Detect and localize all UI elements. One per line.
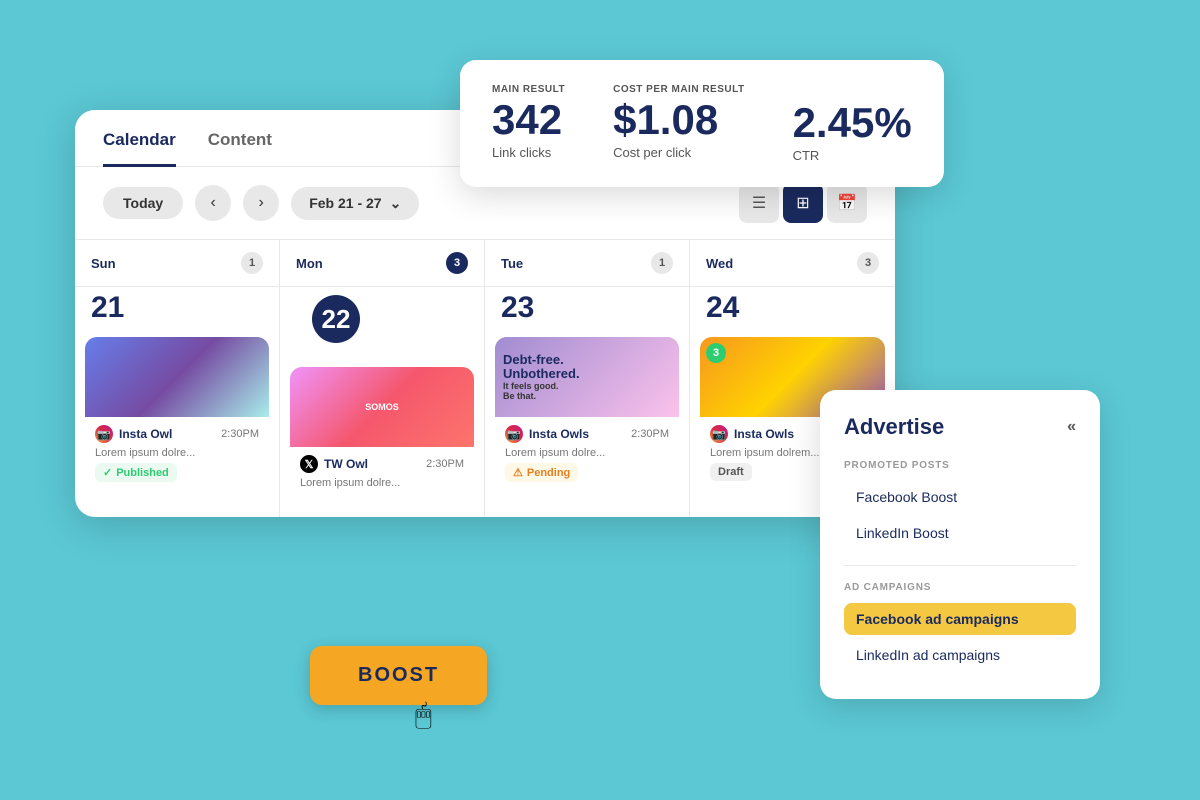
post-meta-tue: 📷 Insta Owls 2:30PM bbox=[505, 425, 669, 443]
status-badge-wed: Draft bbox=[710, 463, 752, 481]
cal-header-sun: Sun 1 bbox=[75, 240, 279, 287]
cal-col-sun: Sun 1 21 📷 Insta Owl 2:30PM Lorem ipsum … bbox=[75, 240, 280, 517]
cal-badge-wed: 3 bbox=[857, 252, 879, 274]
facebook-ads-item[interactable]: Facebook ad campaigns bbox=[844, 603, 1076, 635]
cal-day-name-wed: Wed bbox=[706, 256, 733, 271]
prev-button[interactable]: ‹ bbox=[195, 185, 231, 221]
month-view-button[interactable]: 📅 bbox=[827, 183, 867, 223]
cal-daynum-mon: 22 bbox=[312, 295, 360, 343]
stats-main-result: MAIN RESULT 342 Link clicks bbox=[492, 84, 565, 160]
cal-day-name-mon: Mon bbox=[296, 256, 323, 271]
post-info-sun: 📷 Insta Owl 2:30PM Lorem ipsum dolre... … bbox=[85, 417, 269, 490]
view-buttons: ☰ ⊞ 📅 bbox=[739, 183, 867, 223]
collapse-button[interactable]: « bbox=[1067, 418, 1076, 436]
status-label-wed: Draft bbox=[718, 466, 744, 478]
wed-badge: 3 bbox=[706, 343, 726, 363]
grid-icon: ⊞ bbox=[796, 193, 809, 213]
post-desc-sun: Lorem ipsum dolre... bbox=[95, 447, 259, 459]
date-range-label: Feb 21 - 27 bbox=[309, 195, 381, 211]
date-range-button[interactable]: Feb 21 - 27 ⌄ bbox=[291, 187, 419, 220]
status-label-sun: Published bbox=[116, 467, 169, 479]
grid-view-button[interactable]: ⊞ bbox=[783, 183, 823, 223]
facebook-boost-item[interactable]: Facebook Boost bbox=[844, 481, 1076, 513]
stats-card: MAIN RESULT 342 Link clicks COST PER MAI… bbox=[460, 60, 944, 187]
post-meta-sun: 📷 Insta Owl 2:30PM bbox=[95, 425, 259, 443]
post-desc-tue: Lorem ipsum dolre... bbox=[505, 447, 669, 459]
post-card-tue[interactable]: Debt-free.Unbothered. It feels good.Be t… bbox=[495, 337, 679, 490]
tab-content[interactable]: Content bbox=[208, 130, 272, 167]
boost-button[interactable]: BOOST bbox=[310, 646, 487, 705]
advertise-divider bbox=[844, 565, 1076, 566]
instagram-icon-tue: 📷 bbox=[505, 425, 523, 443]
stats-cost-value: $1.08 bbox=[613, 99, 744, 141]
today-button[interactable]: Today bbox=[103, 187, 183, 219]
stats-ctr: 2.45% CTR bbox=[793, 84, 912, 163]
post-info-tue: 📷 Insta Owls 2:30PM Lorem ipsum dolre...… bbox=[495, 417, 679, 490]
stats-main-sub: Link clicks bbox=[492, 145, 565, 160]
cal-body-sun: 📷 Insta Owl 2:30PM Lorem ipsum dolre... … bbox=[75, 337, 279, 510]
advertise-title: Advertise bbox=[844, 414, 944, 440]
post-desc-mon: Lorem ipsum dolre... bbox=[300, 477, 464, 489]
calendar-grid: Sun 1 21 📷 Insta Owl 2:30PM Lorem ipsum … bbox=[75, 239, 895, 517]
cal-daynum-sun: 21 bbox=[75, 287, 279, 337]
linkedin-boost-item[interactable]: LinkedIn Boost bbox=[844, 517, 1076, 549]
cal-day-name-sun: Sun bbox=[91, 256, 116, 271]
check-icon: ✓ bbox=[103, 466, 112, 479]
cal-daynum-mon-wrap: 22 bbox=[280, 287, 484, 367]
chevron-down-icon: ⌄ bbox=[390, 195, 402, 212]
cal-col-mon: Mon 3 22 SOMOS 𝕏 TW Owl 2:30PM bbox=[280, 240, 485, 517]
advertise-panel: Advertise « PROMOTED POSTS Facebook Boos… bbox=[820, 390, 1100, 699]
cal-header-wed: Wed 3 bbox=[690, 240, 895, 287]
stats-cost: COST PER MAIN RESULT $1.08 Cost per clic… bbox=[613, 84, 744, 160]
stats-cost-sub: Cost per click bbox=[613, 145, 744, 160]
tab-calendar[interactable]: Calendar bbox=[103, 130, 176, 167]
cal-badge-sun: 1 bbox=[241, 252, 263, 274]
cal-badge-tue: 1 bbox=[651, 252, 673, 274]
warning-icon: ⚠ bbox=[513, 466, 523, 479]
post-name-tue: Insta Owls bbox=[529, 427, 589, 441]
cal-body-tue: Debt-free.Unbothered. It feels good.Be t… bbox=[485, 337, 689, 510]
post-image-mon: SOMOS bbox=[290, 367, 474, 447]
advertise-header: Advertise « bbox=[844, 414, 1076, 440]
post-name-sun: Insta Owl bbox=[119, 427, 172, 441]
post-info-mon: 𝕏 TW Owl 2:30PM Lorem ipsum dolre... bbox=[290, 447, 474, 497]
stats-ctr-sub: CTR bbox=[793, 148, 912, 163]
cal-body-mon: SOMOS 𝕏 TW Owl 2:30PM Lorem ipsum dolre.… bbox=[280, 367, 484, 517]
post-name-wed: Insta Owls bbox=[734, 427, 794, 441]
post-card-sun[interactable]: 📷 Insta Owl 2:30PM Lorem ipsum dolre... … bbox=[85, 337, 269, 490]
instagram-icon-sun: 📷 bbox=[95, 425, 113, 443]
status-label-tue: Pending bbox=[527, 467, 570, 479]
promoted-posts-label: PROMOTED POSTS bbox=[844, 460, 1076, 471]
post-time-sun: 2:30PM bbox=[221, 428, 259, 440]
status-badge-sun: ✓ Published bbox=[95, 463, 177, 482]
stats-main-value: 342 bbox=[492, 99, 565, 141]
instagram-icon-wed: 📷 bbox=[710, 425, 728, 443]
list-view-button[interactable]: ☰ bbox=[739, 183, 779, 223]
ad-campaigns-label: AD CAMPAIGNS bbox=[844, 582, 1076, 593]
post-time-tue: 2:30PM bbox=[631, 428, 669, 440]
stats-cost-label: COST PER MAIN RESULT bbox=[613, 84, 744, 95]
cal-badge-mon: 3 bbox=[446, 252, 468, 274]
post-time-mon: 2:30PM bbox=[426, 458, 464, 470]
calendar-icon: 📅 bbox=[837, 193, 857, 213]
post-name-mon: TW Owl bbox=[324, 457, 368, 471]
stats-main-label: MAIN RESULT bbox=[492, 84, 565, 95]
cal-col-tue: Tue 1 23 Debt-free.Unbothered. It feels … bbox=[485, 240, 690, 517]
post-card-mon[interactable]: SOMOS 𝕏 TW Owl 2:30PM Lorem ipsum dolre.… bbox=[290, 367, 474, 497]
cal-header-tue: Tue 1 bbox=[485, 240, 689, 287]
next-button[interactable]: › bbox=[243, 185, 279, 221]
cal-header-mon: Mon 3 bbox=[280, 240, 484, 287]
cal-daynum-wed: 24 bbox=[690, 287, 895, 337]
post-meta-mon: 𝕏 TW Owl 2:30PM bbox=[300, 455, 464, 473]
cal-day-name-tue: Tue bbox=[501, 256, 523, 271]
list-icon: ☰ bbox=[752, 193, 766, 213]
post-image-sun bbox=[85, 337, 269, 417]
stats-ctr-value: 2.45% bbox=[793, 102, 912, 144]
status-badge-tue: ⚠ Pending bbox=[505, 463, 578, 482]
cal-daynum-tue: 23 bbox=[485, 287, 689, 337]
post-image-tue: Debt-free.Unbothered. It feels good.Be t… bbox=[495, 337, 679, 417]
linkedin-ads-item[interactable]: LinkedIn ad campaigns bbox=[844, 639, 1076, 671]
twitter-icon-mon: 𝕏 bbox=[300, 455, 318, 473]
